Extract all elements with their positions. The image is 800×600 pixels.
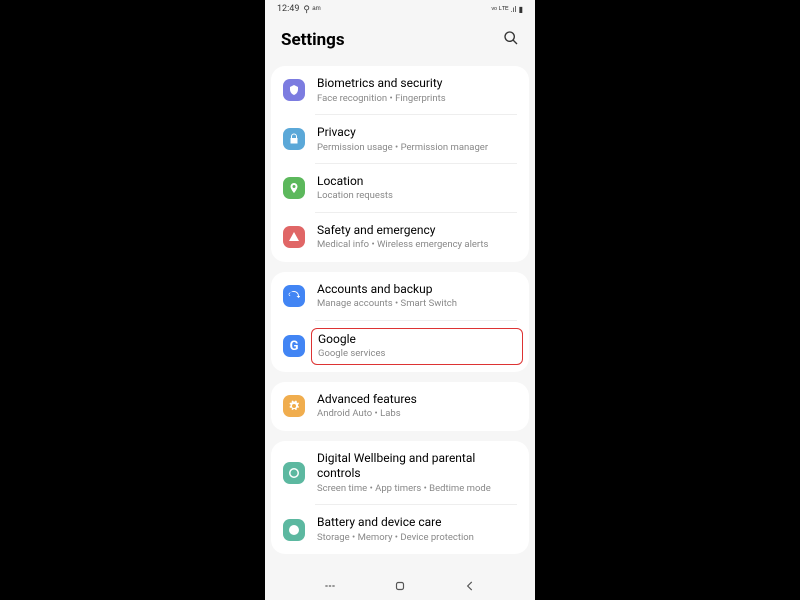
settings-item-safety[interactable]: Safety and emergencyMedical info • Wirel… bbox=[271, 213, 529, 262]
item-text: Biometrics and securityFace recognition … bbox=[317, 76, 517, 105]
settings-section: Biometrics and securityFace recognition … bbox=[271, 66, 529, 262]
settings-item-location[interactable]: LocationLocation requests bbox=[271, 164, 529, 213]
page-title: Settings bbox=[281, 30, 345, 50]
nav-back-button[interactable] bbox=[462, 578, 478, 594]
item-title: Safety and emergency bbox=[317, 223, 517, 239]
alert-icon bbox=[283, 226, 305, 248]
item-title: Privacy bbox=[317, 125, 517, 141]
item-text: LocationLocation requests bbox=[317, 174, 517, 203]
phone-frame: 12:49 ⚲ ᵃᵐ ᵛᵒ ᴸᵀᴱ .ıl ▮ Settings Biometr… bbox=[265, 0, 535, 600]
item-title: Digital Wellbeing and parental controls bbox=[317, 451, 517, 482]
settings-item-privacy[interactable]: PrivacyPermission usage • Permission man… bbox=[271, 115, 529, 164]
settings-item-google[interactable]: G GoogleGoogle services bbox=[271, 321, 529, 372]
item-title: Battery and device care bbox=[317, 515, 517, 531]
item-title: Biometrics and security bbox=[317, 76, 517, 92]
item-subtitle: Medical info • Wireless emergency alerts bbox=[317, 239, 517, 251]
item-subtitle: Location requests bbox=[317, 190, 517, 202]
lock-icon bbox=[283, 128, 305, 150]
settings-item-battery[interactable]: Battery and device careStorage • Memory … bbox=[271, 505, 529, 554]
nav-recent-button[interactable] bbox=[322, 578, 338, 594]
item-text: GoogleGoogle services bbox=[311, 328, 523, 365]
pin-icon bbox=[283, 177, 305, 199]
settings-item-biometrics[interactable]: Biometrics and securityFace recognition … bbox=[271, 66, 529, 115]
item-title: Advanced features bbox=[317, 392, 517, 408]
battery-icon bbox=[283, 519, 305, 541]
status-time: 12:49 bbox=[277, 4, 299, 14]
item-title: Location bbox=[317, 174, 517, 190]
settings-item-digital[interactable]: Digital Wellbeing and parental controlsS… bbox=[271, 441, 529, 506]
g-icon: G bbox=[283, 335, 305, 357]
nav-home-button[interactable] bbox=[392, 578, 408, 594]
sync-icon bbox=[283, 285, 305, 307]
settings-item-advanced[interactable]: Advanced featuresAndroid Auto • Labs bbox=[271, 382, 529, 431]
item-text: Accounts and backupManage accounts • Sma… bbox=[317, 282, 517, 311]
item-text: Safety and emergencyMedical info • Wirel… bbox=[317, 223, 517, 252]
shield-icon bbox=[283, 79, 305, 101]
settings-section: Advanced featuresAndroid Auto • Labs bbox=[271, 382, 529, 431]
item-title: Google bbox=[318, 332, 516, 348]
search-icon bbox=[503, 30, 519, 46]
search-button[interactable] bbox=[503, 30, 519, 50]
item-subtitle: Storage • Memory • Device protection bbox=[317, 532, 517, 544]
item-subtitle: Face recognition • Fingerprints bbox=[317, 93, 517, 105]
item-text: Battery and device careStorage • Memory … bbox=[317, 515, 517, 544]
item-text: Digital Wellbeing and parental controlsS… bbox=[317, 451, 517, 496]
header: Settings bbox=[265, 18, 535, 66]
wellbeing-icon bbox=[283, 462, 305, 484]
settings-section: Digital Wellbeing and parental controlsS… bbox=[271, 441, 529, 554]
item-subtitle: Manage accounts • Smart Switch bbox=[317, 298, 517, 310]
item-subtitle: Screen time • App timers • Bedtime mode bbox=[317, 483, 517, 495]
gear-icon bbox=[283, 395, 305, 417]
status-indicators: ⚲ ᵃᵐ bbox=[303, 4, 320, 15]
settings-section: Accounts and backupManage accounts • Sma… bbox=[271, 272, 529, 372]
status-right: ᵛᵒ ᴸᵀᴱ .ıl ▮ bbox=[491, 5, 523, 14]
item-title: Accounts and backup bbox=[317, 282, 517, 298]
settings-list: Biometrics and securityFace recognition … bbox=[265, 66, 535, 554]
nav-bar bbox=[265, 572, 535, 600]
status-bar: 12:49 ⚲ ᵃᵐ ᵛᵒ ᴸᵀᴱ .ıl ▮ bbox=[265, 0, 535, 18]
item-subtitle: Permission usage • Permission manager bbox=[317, 142, 517, 154]
item-subtitle: Google services bbox=[318, 348, 516, 360]
item-text: Advanced featuresAndroid Auto • Labs bbox=[317, 392, 517, 421]
settings-item-accounts[interactable]: Accounts and backupManage accounts • Sma… bbox=[271, 272, 529, 321]
item-subtitle: Android Auto • Labs bbox=[317, 408, 517, 420]
item-text: PrivacyPermission usage • Permission man… bbox=[317, 125, 517, 154]
